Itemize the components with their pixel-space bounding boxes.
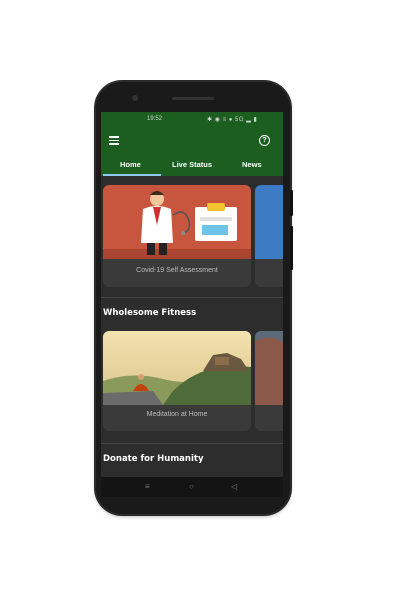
partial-card-image bbox=[255, 331, 283, 405]
back-button[interactable]: ◁ bbox=[231, 482, 237, 491]
tab-indicator bbox=[103, 174, 161, 176]
status-bar: 19:52 ✱ ◉ ≡ ● 5G ▂ ▮ bbox=[101, 112, 283, 126]
hamburger-menu-icon[interactable] bbox=[109, 136, 119, 145]
meditation-illustration bbox=[103, 331, 251, 405]
covid-self-assessment-card[interactable]: Covid-19 Self Assessment bbox=[103, 185, 251, 287]
card-caption: Covid-19 Self Assessment bbox=[136, 267, 218, 274]
status-icons: ✱ ◉ ≡ ● 5G ▂ ▮ bbox=[207, 117, 258, 123]
status-time: 19:52 bbox=[147, 116, 163, 122]
app-screen: 19:52 ✱ ◉ ≡ ● 5G ▂ ▮ ? Home Live Status … bbox=[101, 112, 283, 477]
card-caption: Meditation at Home bbox=[146, 411, 208, 418]
tab-live-status[interactable]: Live Status bbox=[172, 160, 212, 169]
power-button bbox=[290, 226, 293, 270]
partial-card-image bbox=[255, 185, 283, 259]
section-divider bbox=[101, 443, 283, 444]
tab-bar: Home Live Status News bbox=[101, 152, 283, 176]
tab-news[interactable]: News bbox=[242, 160, 262, 169]
help-circle-icon[interactable]: ? bbox=[259, 135, 270, 146]
earpiece-speaker bbox=[172, 97, 214, 100]
partial-card[interactable] bbox=[255, 331, 283, 431]
front-camera bbox=[132, 95, 138, 101]
app-bar: ? bbox=[101, 126, 283, 152]
volume-button bbox=[290, 190, 293, 216]
doctor-clipboard-illustration bbox=[103, 185, 251, 259]
partial-card[interactable] bbox=[255, 185, 283, 287]
tab-home[interactable]: Home bbox=[120, 160, 141, 169]
meditation-at-home-card[interactable]: Meditation at Home bbox=[103, 331, 251, 431]
home-button[interactable]: ○ bbox=[189, 482, 194, 491]
section-title-donate: Donate for Humanity bbox=[103, 454, 204, 464]
system-nav-bar: ≡ ○ ◁ bbox=[101, 477, 283, 497]
section-divider bbox=[101, 297, 283, 298]
section-title-fitness: Wholesome Fitness bbox=[103, 308, 197, 318]
recents-button[interactable]: ≡ bbox=[145, 482, 150, 491]
